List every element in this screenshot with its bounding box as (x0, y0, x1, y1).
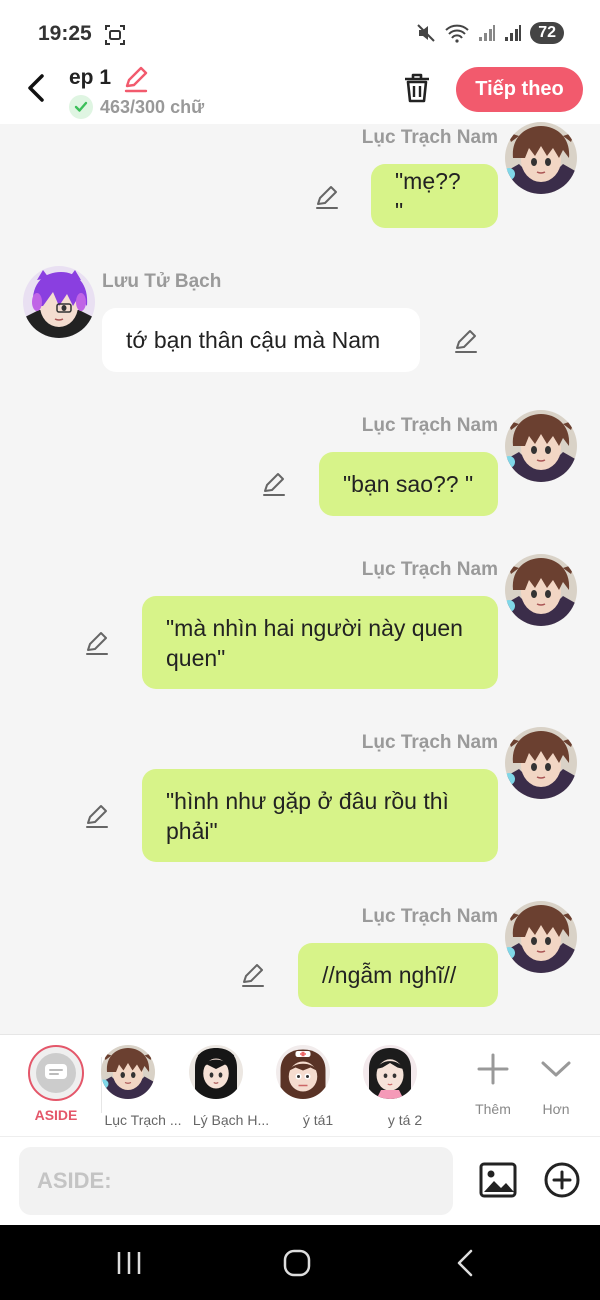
edit-message-icon[interactable] (453, 328, 479, 354)
nav-back-icon[interactable] (454, 1249, 476, 1277)
screen-record-icon (105, 25, 125, 45)
speech-bubble-icon (45, 1064, 67, 1079)
message-bubble[interactable]: "hình như gặp ở đâu rồu thì phải" (142, 769, 498, 862)
character-item[interactable]: ý tá1 (275, 1044, 360, 1128)
message-author: Lục Trạch Nam (361, 906, 498, 927)
chevron-down-icon (541, 1061, 571, 1077)
battery-indicator: 72 (530, 22, 564, 44)
message-author: Lưu Tử Bạch (102, 271, 222, 292)
character-item[interactable]: y tá 2 (362, 1044, 447, 1128)
character-avatar (98, 1044, 156, 1100)
top-bar: ep 1 463/300 chữ Tiếp theo (0, 62, 600, 124)
character-name: Lý Bạch H... (192, 1112, 270, 1128)
system-nav-bar (0, 1225, 600, 1300)
character-item[interactable]: Lý Bạch H... (189, 1045, 273, 1128)
mute-icon (417, 24, 435, 42)
message-bubble[interactable]: "bạn sao?? " (319, 452, 498, 516)
wifi-icon (445, 24, 469, 43)
message-input[interactable] (19, 1147, 453, 1215)
message-author: Lục Trạch Nam (361, 559, 498, 580)
character-name: y tá 2 (387, 1112, 423, 1128)
message-bubble[interactable]: "mà nhìn hai người này quen quen" (142, 596, 498, 689)
word-count: 463/300 chữ (100, 96, 205, 117)
message-author: Lục Trạch Nam (361, 732, 498, 753)
edit-message-icon[interactable] (84, 630, 110, 656)
signal-icon (505, 25, 522, 41)
back-arrow-icon[interactable] (22, 72, 50, 104)
trash-icon[interactable] (402, 72, 432, 104)
add-circle-icon[interactable] (543, 1161, 581, 1199)
episode-title[interactable]: ep 1 (69, 66, 111, 90)
message-bubble[interactable]: "mẹ?? " (371, 164, 498, 228)
edit-message-icon[interactable] (261, 471, 287, 497)
avatar[interactable] (505, 410, 577, 482)
aside-label: ASIDE (34, 1107, 78, 1123)
word-count-row: 463/300 chữ (69, 95, 204, 119)
character-item[interactable]: Lục Trạch ... (98, 1044, 185, 1128)
input-bar (0, 1136, 600, 1225)
message-bubble[interactable]: //ngẫm nghĩ// (298, 943, 498, 1007)
character-avatar (275, 1044, 331, 1100)
next-button[interactable]: Tiếp theo (456, 67, 583, 112)
avatar[interactable] (505, 727, 577, 799)
character-avatar (189, 1045, 243, 1099)
signal-icon (479, 25, 496, 41)
edit-title-icon[interactable] (122, 65, 150, 93)
edit-message-icon[interactable] (314, 184, 340, 210)
more-label: Hơn (542, 1101, 570, 1117)
status-bar: 19:25 72 (0, 0, 600, 62)
edit-message-icon[interactable] (84, 803, 110, 829)
avatar[interactable] (505, 122, 577, 194)
status-time: 19:25 (38, 22, 92, 45)
add-character-button[interactable]: Thêm (461, 1045, 525, 1117)
avatar[interactable] (23, 266, 95, 338)
character-bar: ASIDE Lục Trạch ... Lý Bạch H... ý tá1 y… (0, 1034, 600, 1136)
home-icon[interactable] (283, 1249, 311, 1277)
character-name: ý tá1 (302, 1112, 334, 1128)
edit-message-icon[interactable] (240, 962, 266, 988)
more-button[interactable]: Hơn (524, 1045, 588, 1117)
avatar[interactable] (505, 901, 577, 973)
avatar[interactable] (505, 554, 577, 626)
plus-icon (477, 1053, 509, 1085)
message-bubble[interactable]: tớ bạn thân cậu mà Nam (102, 308, 420, 372)
image-icon[interactable] (479, 1161, 517, 1199)
message-author: Lục Trạch Nam (361, 127, 498, 148)
add-label: Thêm (475, 1101, 511, 1117)
message-author: Lục Trạch Nam (361, 415, 498, 436)
character-name: Lục Trạch ... (104, 1112, 182, 1128)
check-icon (69, 95, 93, 119)
character-avatar (362, 1044, 418, 1100)
aside-button[interactable] (28, 1045, 84, 1101)
recents-icon[interactable] (116, 1250, 142, 1276)
